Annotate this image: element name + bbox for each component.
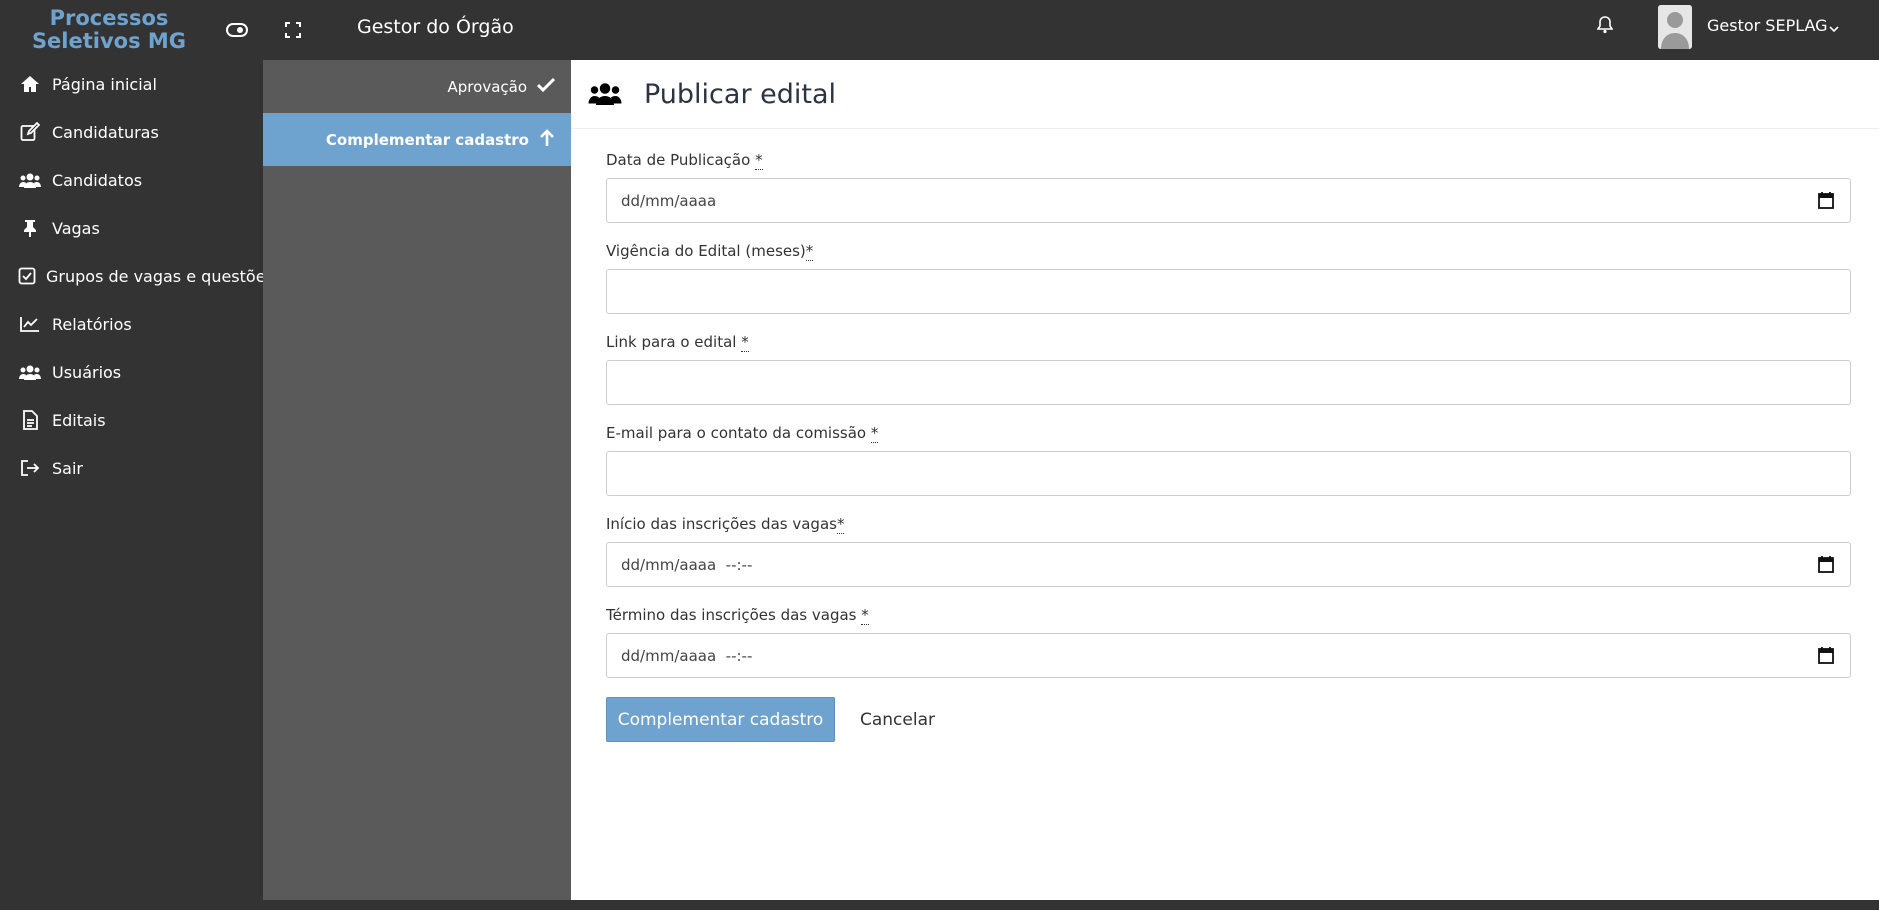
sign-out-icon [18, 457, 42, 479]
document-icon [18, 409, 42, 431]
brand-line-1: Processos [49, 6, 169, 30]
steps-panel: Aprovação Complementar cadastro [263, 60, 571, 900]
field-label: E-mail para o contato da comissão * [606, 424, 879, 443]
sidebar-item-candidaturas[interactable]: Candidaturas [0, 108, 263, 156]
brand-line-2: Seletivos MG [31, 29, 187, 53]
sidebar-item-editais[interactable]: Editais [0, 396, 263, 444]
field-label: Link para o edital * [606, 333, 749, 352]
registration-start-input[interactable]: dd/mm/aaaa --:-- [606, 542, 1851, 587]
calendar-icon[interactable] [1818, 555, 1836, 575]
input-placeholder: dd/mm/aaaa --:-- [621, 646, 753, 665]
sidebar-item-label: Candidatos [52, 170, 143, 190]
field-label: Término das inscrições das vagas * [606, 606, 869, 625]
step-label: Aprovação [447, 77, 527, 96]
checkbox-icon [18, 265, 36, 287]
sidebar-item-relatorios[interactable]: Relatórios [0, 300, 263, 348]
sidebar-item-grupos[interactable]: Grupos de vagas e questões [0, 252, 274, 300]
user-name[interactable]: Gestor SEPLAG [1707, 16, 1828, 35]
sidebar-item-candidatos[interactable]: Candidatos [0, 156, 263, 204]
field-label: Vigência do Edital (meses)* [606, 242, 814, 261]
sidebar-item-usuarios[interactable]: Usuários [0, 348, 263, 396]
field-vigencia: Vigência do Edital (meses)* [606, 242, 1851, 314]
validity-months-input[interactable] [606, 269, 1851, 314]
field-label: Data de Publicação * [606, 151, 763, 170]
step-aprovacao[interactable]: Aprovação [263, 60, 571, 113]
bell-icon[interactable] [1596, 16, 1617, 38]
step-complementar-cadastro[interactable]: Complementar cadastro [263, 113, 571, 166]
sidebar-item-label: Sair [52, 458, 83, 478]
pin-icon [18, 217, 42, 239]
toggle-sidebar-icon[interactable] [224, 18, 250, 42]
users-icon [588, 81, 622, 107]
sidebar-item-label: Usuários [52, 362, 122, 382]
field-email-comissao: E-mail para o contato da comissão * [606, 424, 1851, 496]
edit-icon [18, 121, 42, 143]
field-label: Início das inscrições das vagas* [606, 515, 845, 534]
input-placeholder: dd/mm/aaaa --:-- [621, 555, 753, 574]
users-icon [18, 361, 42, 383]
avatar[interactable] [1658, 5, 1692, 49]
sidebar-item-label: Candidaturas [52, 122, 159, 142]
field-data-publicacao: Data de Publicação * dd/mm/aaaa [606, 151, 1851, 223]
form-actions: Complementar cadastro Cancelar [606, 697, 1849, 742]
page-header: Publicar edital [571, 60, 1879, 129]
top-bar: Processos Seletivos MG Gestor do Órgão G… [0, 0, 1879, 60]
sidebar-item-pagina-inicial[interactable]: Página inicial [0, 60, 263, 108]
arrow-up-icon [539, 128, 555, 151]
bottom-strip [0, 900, 1879, 910]
org-title: Gestor do Órgão [357, 16, 514, 38]
step-label: Complementar cadastro [325, 130, 529, 149]
home-icon [18, 73, 42, 95]
main-content: Publicar edital Data de Publicação * dd/… [571, 60, 1879, 900]
publish-form: Data de Publicação * dd/mm/aaaa Vigência… [571, 129, 1879, 742]
sidebar-item-label: Página inicial [52, 74, 157, 94]
sidebar-item-label: Grupos de vagas e questões [46, 266, 274, 286]
calendar-icon[interactable] [1818, 646, 1836, 666]
sidebar-item-label: Vagas [52, 218, 100, 238]
sidebar-item-label: Editais [52, 410, 106, 430]
chart-icon [18, 313, 42, 335]
field-termino-inscricoes: Término das inscrições das vagas * dd/mm… [606, 606, 1851, 678]
sidebar-item-vagas[interactable]: Vagas [0, 204, 263, 252]
registration-end-input[interactable]: dd/mm/aaaa --:-- [606, 633, 1851, 678]
fullscreen-icon[interactable] [280, 18, 306, 42]
input-placeholder: dd/mm/aaaa [621, 191, 717, 210]
chevron-down-icon[interactable] [1828, 20, 1842, 34]
page-title: Publicar edital [644, 78, 837, 110]
field-inicio-inscricoes: Início das inscrições das vagas* dd/mm/a… [606, 515, 1851, 587]
calendar-icon[interactable] [1818, 191, 1836, 211]
sidebar: Página inicial Candidaturas Candidatos V… [0, 60, 274, 900]
sidebar-item-label: Relatórios [52, 314, 132, 334]
commission-email-input[interactable] [606, 451, 1851, 496]
brand-logo[interactable]: Processos Seletivos MG [0, 7, 218, 53]
sidebar-item-sair[interactable]: Sair [0, 444, 263, 492]
cancel-button[interactable]: Cancelar [860, 710, 935, 730]
publication-date-input[interactable]: dd/mm/aaaa [606, 178, 1851, 223]
complementar-cadastro-button[interactable]: Complementar cadastro [606, 697, 835, 742]
check-icon [536, 77, 556, 96]
edital-link-input[interactable] [606, 360, 1851, 405]
users-icon [18, 169, 42, 191]
field-link-edital: Link para o edital * [606, 333, 1851, 405]
